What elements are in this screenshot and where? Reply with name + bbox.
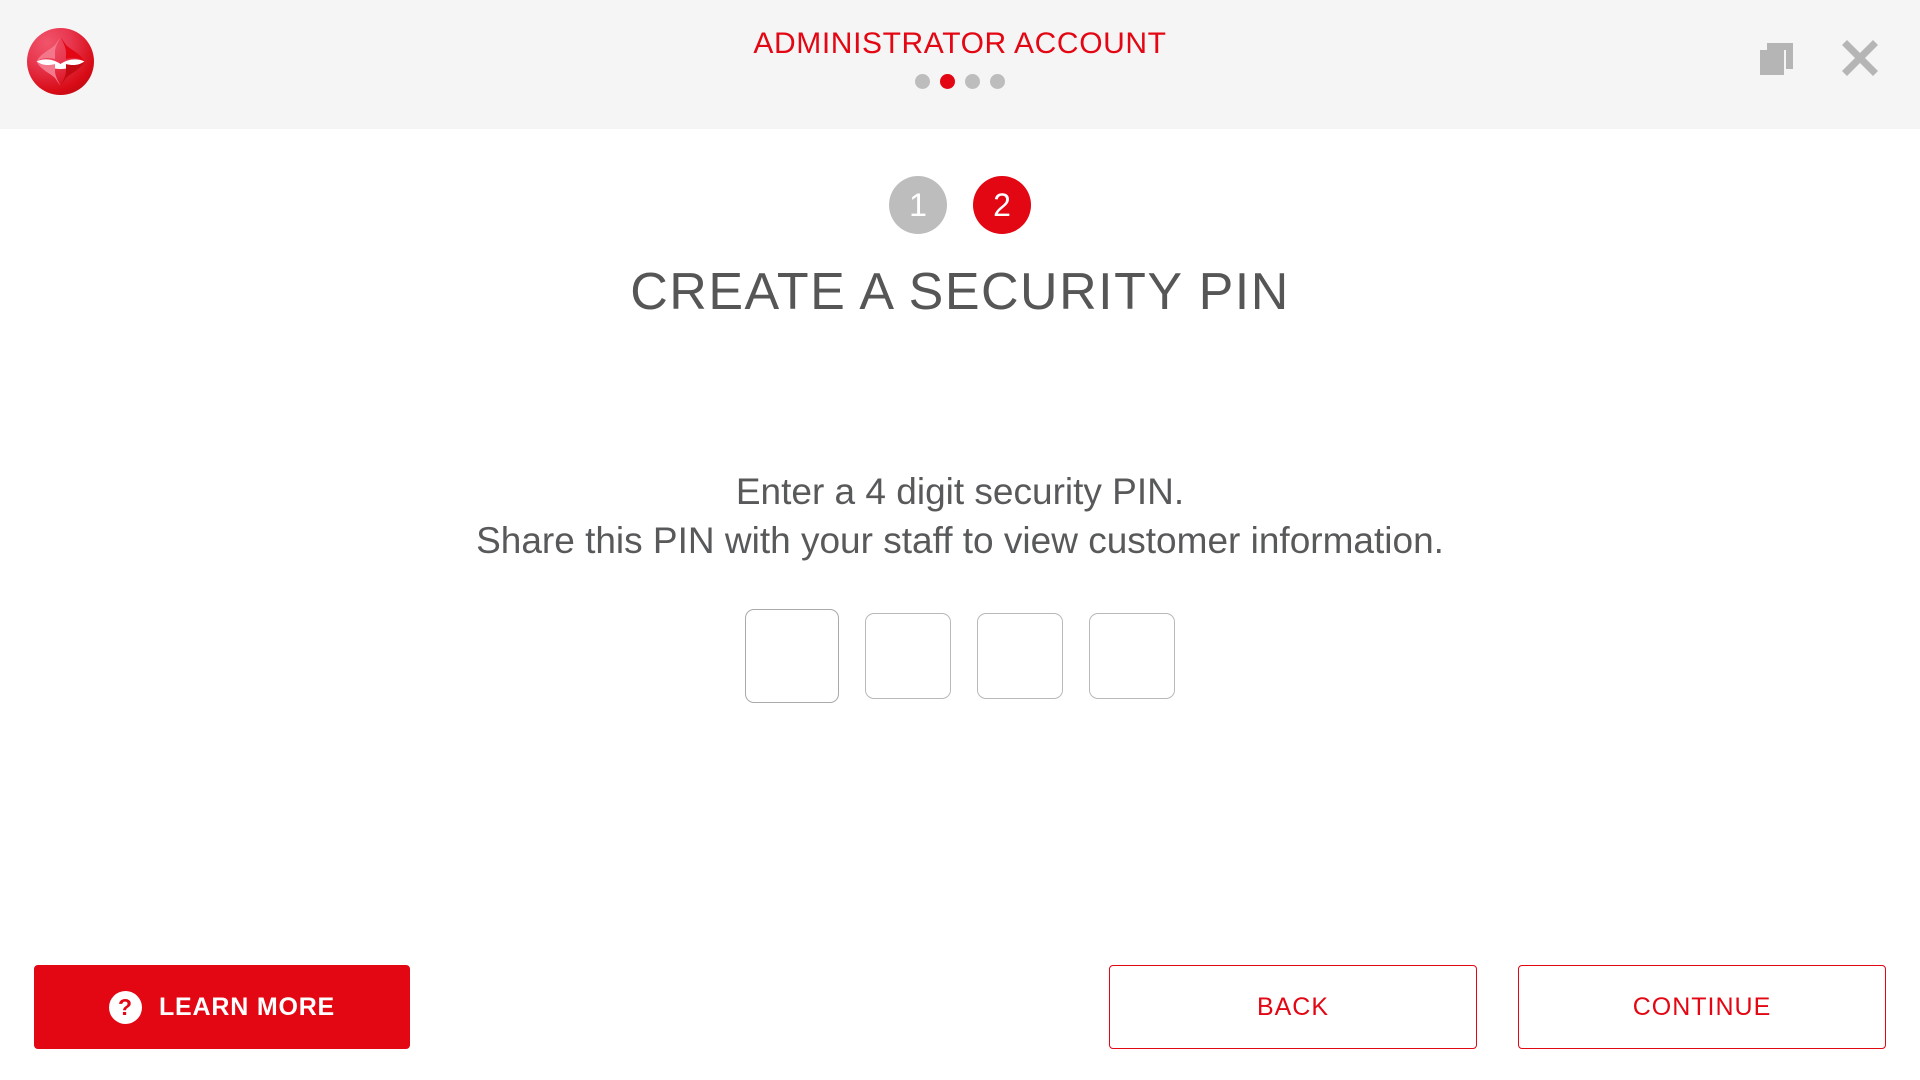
header-center: ADMINISTRATOR ACCOUNT bbox=[0, 26, 1920, 89]
progress-dot-4[interactable] bbox=[990, 74, 1005, 89]
step-indicator-2-label: 2 bbox=[993, 187, 1011, 223]
pin-digit-2[interactable] bbox=[865, 613, 951, 700]
wizard-progress-dots bbox=[0, 74, 1920, 89]
page-title-header: ADMINISTRATOR ACCOUNT bbox=[753, 27, 1167, 60]
learn-more-button[interactable]: ? LEARN MORE bbox=[34, 965, 410, 1049]
administrator-account-wizard: ADMINISTRATOR ACCOUNT 1 2 CREATE A SECUR… bbox=[0, 0, 1920, 1080]
step-indicator-1[interactable]: 1 bbox=[889, 176, 947, 234]
continue-button[interactable]: CONTINUE bbox=[1518, 965, 1886, 1049]
close-icon[interactable] bbox=[1834, 32, 1886, 84]
progress-dot-1[interactable] bbox=[915, 74, 930, 89]
back-button-label: BACK bbox=[1256, 992, 1330, 1021]
app-header: ADMINISTRATOR ACCOUNT bbox=[0, 0, 1920, 129]
pin-digit-4[interactable] bbox=[1089, 613, 1175, 700]
step-indicator-1-label: 1 bbox=[909, 187, 927, 223]
back-button[interactable]: BACK bbox=[1109, 965, 1477, 1049]
progress-dot-3[interactable] bbox=[965, 74, 980, 89]
instructions-text: Enter a 4 digit security PIN. Share this… bbox=[0, 467, 1920, 565]
instructions-line-1: Enter a 4 digit security PIN. bbox=[735, 471, 1185, 513]
restore-window-icon[interactable] bbox=[1752, 34, 1800, 82]
step-indicator-2[interactable]: 2 bbox=[973, 176, 1031, 234]
page-title: CREATE A SECURITY PIN bbox=[630, 263, 1290, 321]
question-mark-icon: ? bbox=[108, 990, 142, 1024]
pin-digit-3[interactable] bbox=[977, 613, 1063, 700]
header-actions bbox=[1752, 32, 1886, 84]
footer-actions: ? LEARN MORE BACK CONTINUE bbox=[0, 965, 1920, 1049]
footer-nav-buttons: BACK CONTINUE bbox=[1109, 965, 1886, 1049]
step-indicator: 1 2 bbox=[0, 129, 1920, 234]
instructions-line-2: Share this PIN with your staff to view c… bbox=[476, 520, 1444, 562]
progress-dot-2[interactable] bbox=[940, 74, 955, 89]
continue-button-label: CONTINUE bbox=[1632, 992, 1772, 1021]
question-mark-glyph: ? bbox=[118, 993, 133, 1020]
pin-digit-1[interactable] bbox=[745, 609, 839, 704]
santander-flame-logo bbox=[27, 28, 94, 95]
main-content: 1 2 CREATE A SECURITY PIN Enter a 4 digi… bbox=[0, 129, 1920, 1080]
pin-input-group bbox=[0, 609, 1920, 704]
learn-more-label: LEARN MORE bbox=[158, 992, 336, 1021]
